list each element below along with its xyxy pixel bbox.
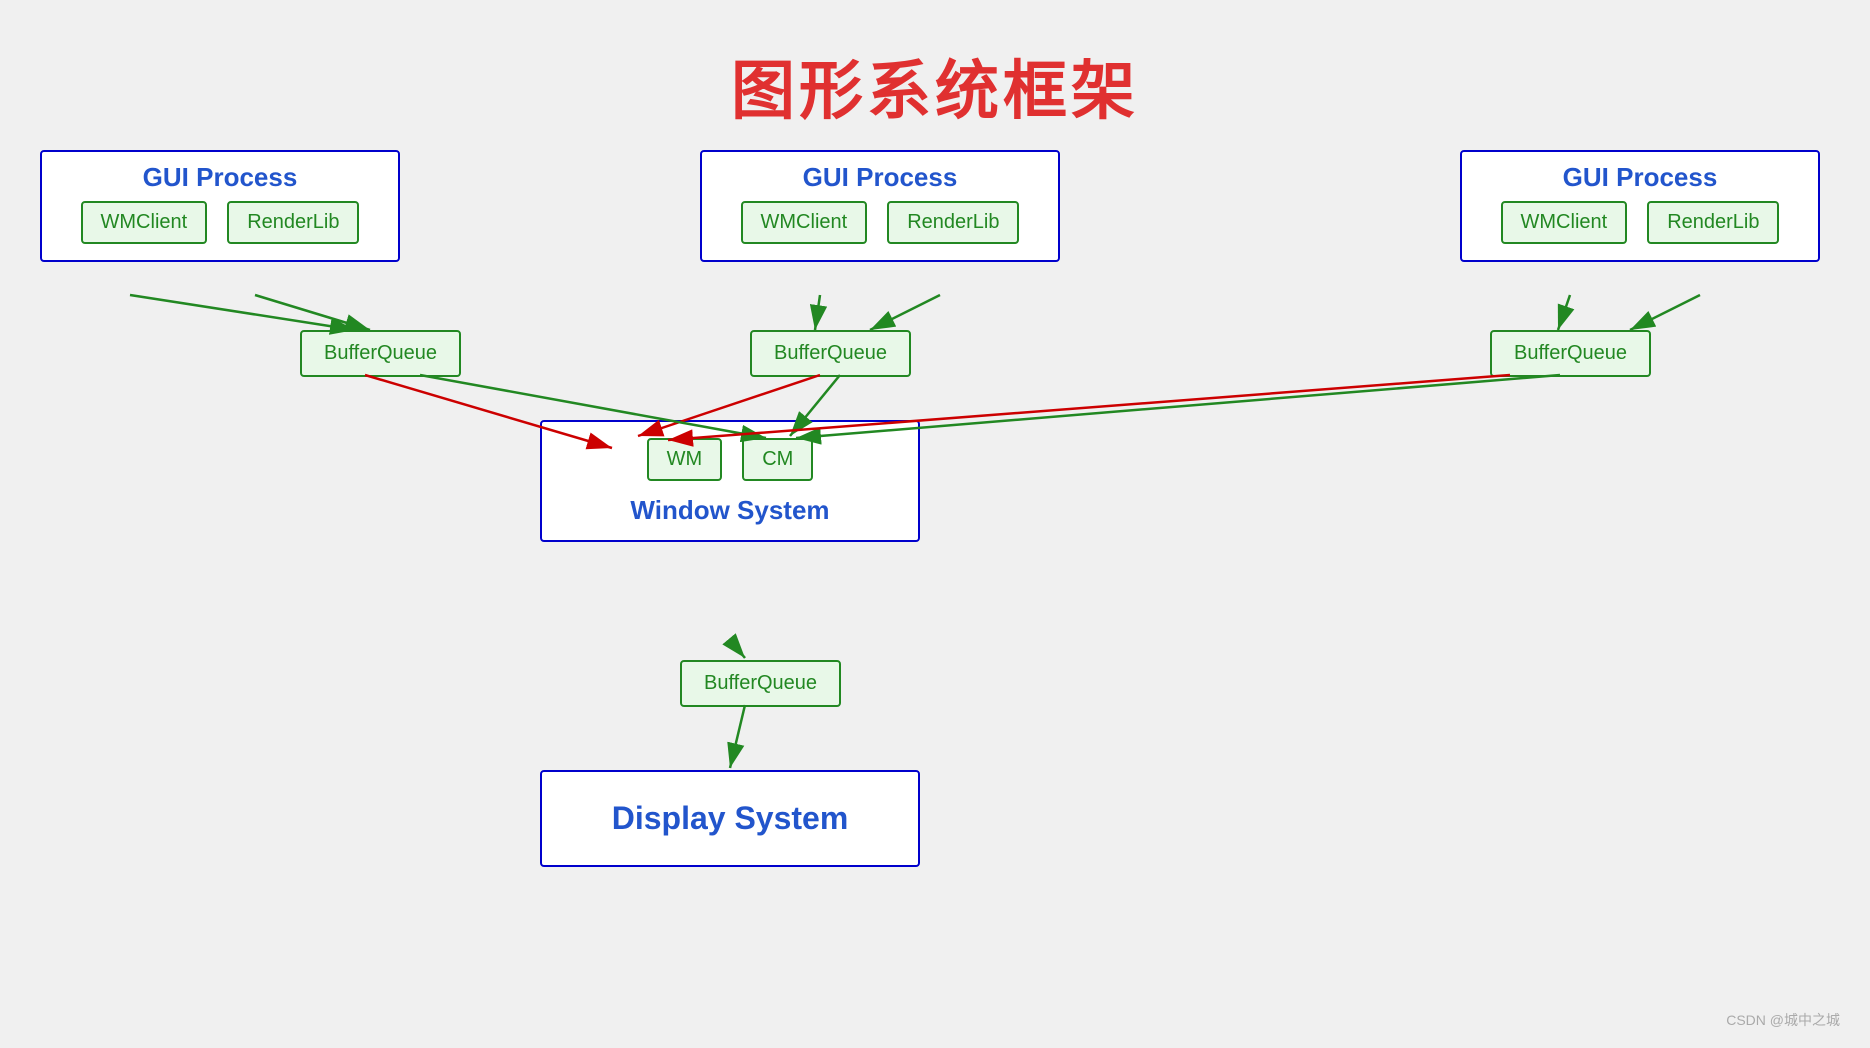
wmclient-3: WMClient <box>1501 201 1628 244</box>
renderlib-2: RenderLib <box>887 201 1019 244</box>
display-system-box: Display System <box>540 770 920 867</box>
window-system-box: WM CM Window System <box>540 420 920 542</box>
wmclient-2: WMClient <box>741 201 868 244</box>
arrows-svg <box>0 130 1870 1048</box>
gui-process-2: GUI Process WMClient RenderLib <box>700 150 1060 262</box>
wm-component: WM <box>647 438 723 481</box>
bufferqueue-bottom: BufferQueue <box>680 660 841 707</box>
main-title: 图形系统框架 <box>0 0 1870 132</box>
renderlib-1: RenderLib <box>227 201 359 244</box>
gui-process-3-label: GUI Process <box>1462 152 1818 201</box>
cm-component: CM <box>742 438 813 481</box>
bufferqueue-1: BufferQueue <box>300 330 461 377</box>
wmclient-1: WMClient <box>81 201 208 244</box>
gui-process-3: GUI Process WMClient RenderLib <box>1460 150 1820 262</box>
gui-process-1-label: GUI Process <box>42 152 398 201</box>
gui-process-2-label: GUI Process <box>702 152 1058 201</box>
display-system-label: Display System <box>542 772 918 865</box>
bufferqueue-2: BufferQueue <box>750 330 911 377</box>
window-system-label: Window System <box>542 489 918 540</box>
bufferqueue-3: BufferQueue <box>1490 330 1651 377</box>
watermark: CSDN @城中之城 <box>1726 1010 1840 1030</box>
renderlib-3: RenderLib <box>1647 201 1779 244</box>
gui-process-1: GUI Process WMClient RenderLib <box>40 150 400 262</box>
diagram-container: GUI Process WMClient RenderLib GUI Proce… <box>0 130 1870 1048</box>
